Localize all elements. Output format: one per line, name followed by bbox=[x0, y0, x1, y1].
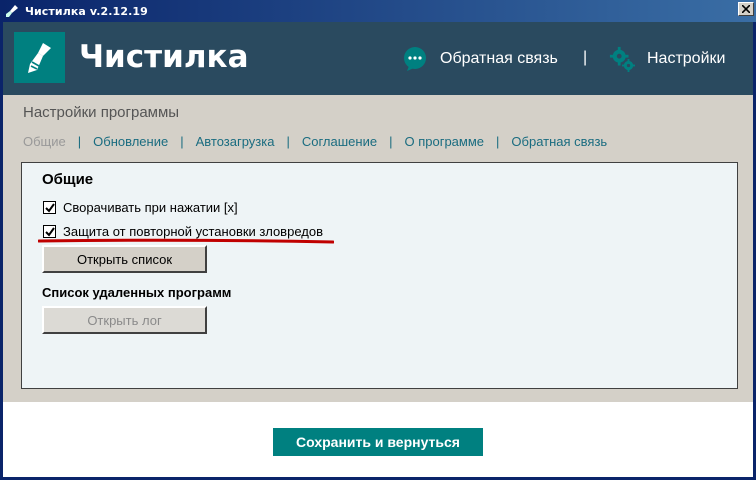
chat-bubble-icon bbox=[402, 46, 428, 72]
gears-icon bbox=[609, 46, 635, 72]
header-separator: | bbox=[583, 49, 588, 66]
general-settings-panel: Общие Сворачивать при нажатии [x] Защита… bbox=[21, 162, 738, 389]
panel-heading: Общие bbox=[42, 171, 94, 188]
minimize-on-close-label: Сворачивать при нажатии [x] bbox=[63, 200, 238, 215]
title-bar: Чистилка v.2.12.19 bbox=[0, 0, 756, 22]
app-header: Чистилка Обратная связь | Настройки bbox=[3, 22, 753, 95]
malware-reinstall-protection-checkbox[interactable] bbox=[43, 225, 56, 238]
tab-separator: | bbox=[496, 134, 500, 149]
app-name: Чистилка bbox=[79, 39, 249, 75]
tab-separator: | bbox=[180, 134, 184, 149]
tab-separator: | bbox=[389, 134, 393, 149]
app-window: Чистилка Обратная связь | Настройки Наст… bbox=[3, 22, 753, 477]
tab-separator: | bbox=[77, 134, 82, 149]
tab-agreement[interactable]: Соглашение bbox=[302, 134, 377, 149]
checkmark-icon bbox=[44, 226, 55, 237]
tab-autostart[interactable]: Автозагрузка bbox=[196, 134, 275, 149]
malware-reinstall-protection-label: Защита от повторной установки зловредов bbox=[63, 224, 323, 239]
settings-tabs: Общие | Обновление | Автозагрузка | Согл… bbox=[23, 134, 607, 149]
tab-update[interactable]: Обновление bbox=[93, 134, 168, 149]
checkmark-icon bbox=[44, 202, 55, 213]
removed-programs-heading: Список удаленных программ bbox=[42, 285, 232, 300]
broom-icon bbox=[14, 32, 65, 83]
tab-feedback[interactable]: Обратная связь bbox=[511, 134, 607, 149]
open-list-button[interactable]: Открыть список bbox=[42, 245, 207, 273]
malware-reinstall-protection-option[interactable]: Защита от повторной установки зловредов bbox=[43, 224, 323, 239]
minimize-on-close-checkbox[interactable] bbox=[43, 201, 56, 214]
feedback-label: Обратная связь bbox=[440, 50, 558, 67]
tab-general[interactable]: Общие bbox=[23, 134, 66, 149]
tab-separator: | bbox=[286, 134, 290, 149]
open-log-button[interactable]: Открыть лог bbox=[42, 306, 207, 334]
app-broom-icon bbox=[4, 3, 20, 19]
feedback-link[interactable]: Обратная связь bbox=[402, 42, 558, 76]
red-highlight-underline bbox=[38, 238, 334, 244]
close-icon[interactable] bbox=[738, 2, 754, 16]
minimize-on-close-option[interactable]: Сворачивать при нажатии [x] bbox=[43, 200, 238, 215]
settings-link[interactable]: Настройки bbox=[609, 42, 725, 76]
tab-about[interactable]: О программе bbox=[404, 134, 484, 149]
footer-bar: Сохранить и вернуться bbox=[3, 402, 753, 477]
save-and-return-button[interactable]: Сохранить и вернуться bbox=[273, 428, 483, 456]
settings-label: Настройки bbox=[647, 50, 726, 67]
window-title: Чистилка v.2.12.19 bbox=[25, 4, 148, 18]
page-title: Настройки программы bbox=[23, 104, 180, 121]
